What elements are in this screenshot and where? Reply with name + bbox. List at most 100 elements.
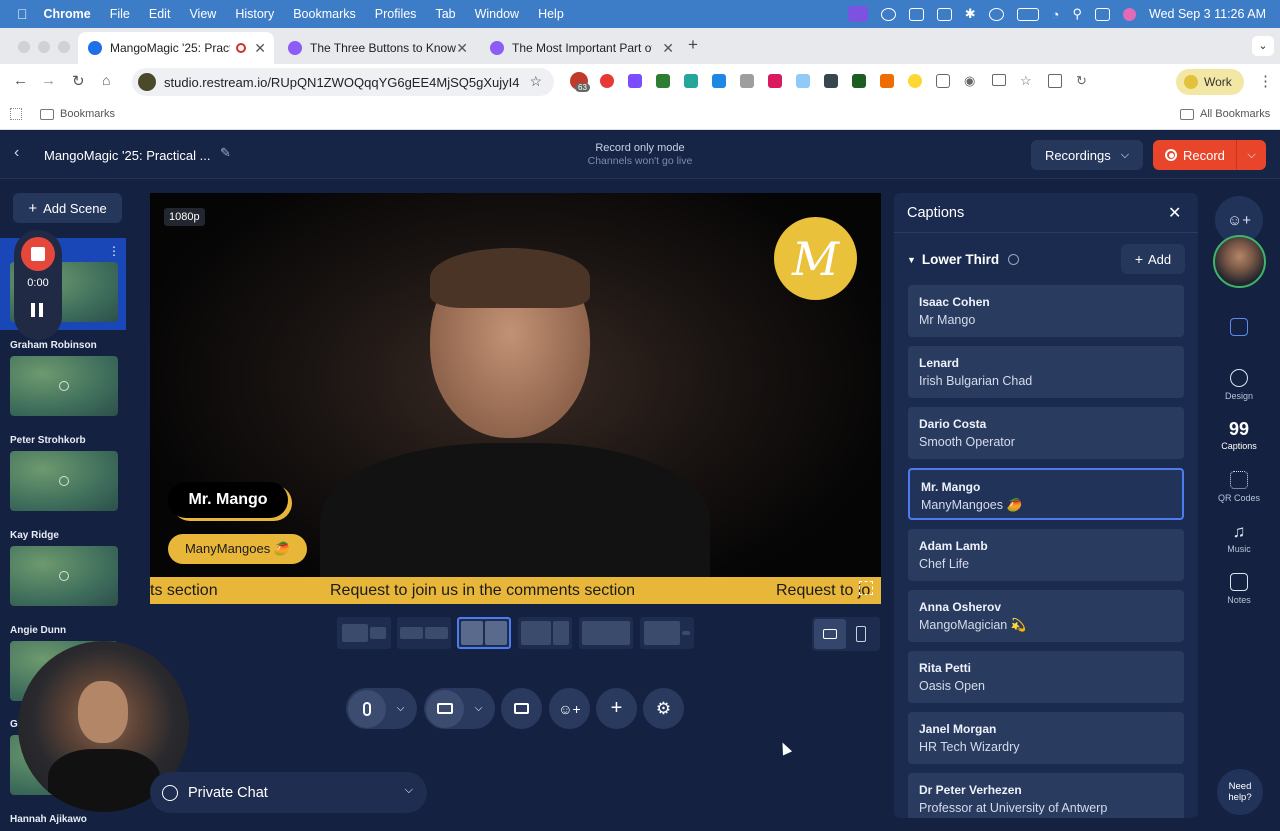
layout-option-2[interactable] <box>397 617 451 649</box>
home-icon[interactable]: ⌂ <box>102 72 110 88</box>
extension-icon[interactable] <box>908 74 922 88</box>
extension-icon[interactable] <box>656 74 670 88</box>
extension-icon[interactable] <box>712 74 726 88</box>
settings-button[interactable]: ⚙ <box>643 688 684 729</box>
folder-button[interactable] <box>1211 318 1267 340</box>
sync-icon[interactable]: ↻ <box>1076 74 1090 88</box>
extension-icon[interactable] <box>628 74 642 88</box>
tab-most-important[interactable]: The Most Important Part of th ✕ <box>480 32 682 64</box>
extension-icon[interactable] <box>852 74 866 88</box>
card-icon[interactable] <box>992 74 1006 86</box>
tab-restream[interactable]: MangoMagic '25: Practica ✕ <box>78 32 274 64</box>
extension-icon[interactable] <box>824 74 838 88</box>
scene-thumbnail[interactable] <box>10 451 118 511</box>
screen-mirroring-icon[interactable] <box>936 7 952 21</box>
extension-icon[interactable] <box>740 74 754 88</box>
wifi-icon[interactable]: ◔ <box>1052 7 1060 22</box>
edit-pencil-icon[interactable]: ✎ <box>220 145 231 161</box>
extensions-puzzle-icon[interactable] <box>936 74 950 88</box>
screen-record-status-icon[interactable] <box>847 6 868 22</box>
menu-edit[interactable]: Edit <box>149 7 171 21</box>
location-pin-icon[interactable]: ◉ <box>964 74 978 88</box>
caption-item[interactable]: Isaac Cohen Mr Mango <box>908 285 1184 337</box>
forward-arrow-icon[interactable]: → <box>41 72 56 89</box>
private-chat-bar[interactable]: Private Chat ⌵ <box>150 772 427 813</box>
menu-profiles[interactable]: Profiles <box>375 7 417 21</box>
siri-icon[interactable] <box>1123 7 1137 21</box>
caption-item[interactable]: Adam Lamb Chef Life <box>908 529 1184 581</box>
bookmark-star-icon[interactable]: ☆ <box>529 73 542 90</box>
site-info-icon[interactable] <box>138 73 156 91</box>
close-icon[interactable]: ✕ <box>1168 203 1181 223</box>
mobile-view-icon[interactable] <box>856 626 866 642</box>
tab-three-buttons[interactable]: The Three Buttons to Know ✕ <box>278 32 476 64</box>
scene-thumbnail[interactable] <box>10 356 118 416</box>
zoom-window-icon[interactable] <box>58 41 70 53</box>
extension-icon[interactable] <box>880 74 894 88</box>
close-window-icon[interactable] <box>18 41 30 53</box>
profile-chip[interactable]: Work <box>1176 69 1244 95</box>
bookmarks-folder[interactable]: Bookmarks <box>40 108 115 120</box>
extension-icon[interactable] <box>796 74 810 88</box>
tab-search-chevron-icon[interactable]: ⌄ <box>1252 36 1274 56</box>
need-help-button[interactable]: Need help? <box>1217 769 1263 815</box>
menu-window[interactable]: Window <box>475 7 519 21</box>
record-options-chevron-icon[interactable]: ⌵ <box>1237 149 1266 162</box>
caption-item[interactable]: Dario Costa Smooth Operator <box>908 407 1184 459</box>
scene-menu-icon[interactable]: ⋮ <box>108 244 120 258</box>
menu-view[interactable]: View <box>189 7 216 21</box>
menu-tab[interactable]: Tab <box>435 7 455 21</box>
rail-design[interactable]: Design <box>1211 369 1267 401</box>
caption-item-selected[interactable]: Mr. Mango ManyMangoes 🥭 <box>908 468 1184 520</box>
recordings-button[interactable]: Recordings ⌵ <box>1031 140 1143 170</box>
close-tab-icon[interactable]: ✕ <box>662 40 674 57</box>
bluetooth-icon[interactable]: ✱ <box>965 6 976 22</box>
back-chevron-icon[interactable]: ‹ <box>14 144 19 162</box>
menu-help[interactable]: Help <box>538 7 564 21</box>
menu-bookmarks[interactable]: Bookmarks <box>293 7 356 21</box>
caption-item[interactable]: Lenard Irish Bulgarian Chad <box>908 346 1184 398</box>
microphone-options-chevron-icon[interactable]: ⌵ <box>386 703 416 714</box>
stop-recording-button[interactable] <box>21 237 55 271</box>
close-tab-icon[interactable]: ✕ <box>456 40 468 57</box>
record-button[interactable]: Record <box>1153 148 1236 163</box>
camera-options-chevron-icon[interactable]: ⌵ <box>464 703 494 714</box>
fullscreen-icon[interactable] <box>859 581 873 595</box>
menu-history[interactable]: History <box>235 7 274 21</box>
desktop-view-button[interactable] <box>814 619 846 649</box>
apps-grid-icon[interactable] <box>10 108 22 120</box>
layout-option-3[interactable] <box>457 617 511 649</box>
minimize-window-icon[interactable] <box>38 41 50 53</box>
share-screen-button[interactable] <box>501 688 542 729</box>
menubar-extra-icon[interactable] <box>880 7 896 21</box>
rail-notes[interactable]: Notes <box>1211 573 1267 605</box>
scene-thumbnail[interactable] <box>10 546 118 606</box>
live-stage[interactable]: 1080p M Mr. Mango ManyMangoes 🥭 ts secti… <box>150 193 881 604</box>
reload-icon[interactable]: ↻ <box>72 72 85 90</box>
rail-music[interactable]: ♫ Music <box>1211 522 1267 554</box>
apple-icon[interactable]:  <box>17 6 28 22</box>
participant-avatar[interactable] <box>1213 235 1266 288</box>
extension-icon[interactable] <box>768 74 782 88</box>
layout-option-1[interactable] <box>337 617 391 649</box>
caption-item[interactable]: Anna Osherov MangoMagician 💫 <box>908 590 1184 642</box>
close-tab-icon[interactable]: ✕ <box>254 40 266 57</box>
invite-guest-button[interactable]: ☺+ <box>549 688 590 729</box>
menu-file[interactable]: File <box>110 7 130 21</box>
battery-icon[interactable] <box>1016 7 1039 21</box>
reading-list-star-icon[interactable]: ☆ <box>1020 74 1034 88</box>
extension-icon[interactable] <box>600 74 614 88</box>
back-arrow-icon[interactable]: ← <box>13 72 28 89</box>
layout-option-5[interactable] <box>579 617 633 649</box>
add-source-button[interactable]: + <box>596 688 637 729</box>
all-bookmarks[interactable]: All Bookmarks <box>1180 108 1270 120</box>
extension-icon[interactable] <box>684 74 698 88</box>
user-icon[interactable] <box>988 7 1004 21</box>
kebab-menu-icon[interactable]: ⋮ <box>1258 72 1273 90</box>
caption-item[interactable]: Rita Petti Oasis Open <box>908 651 1184 703</box>
layout-option-4[interactable] <box>518 617 572 649</box>
car-icon[interactable] <box>908 7 924 21</box>
pause-button[interactable] <box>31 303 45 317</box>
caption-item[interactable]: Janel Morgan HR Tech Wizardry <box>908 712 1184 764</box>
add-scene-button[interactable]: + Add Scene <box>13 193 122 223</box>
